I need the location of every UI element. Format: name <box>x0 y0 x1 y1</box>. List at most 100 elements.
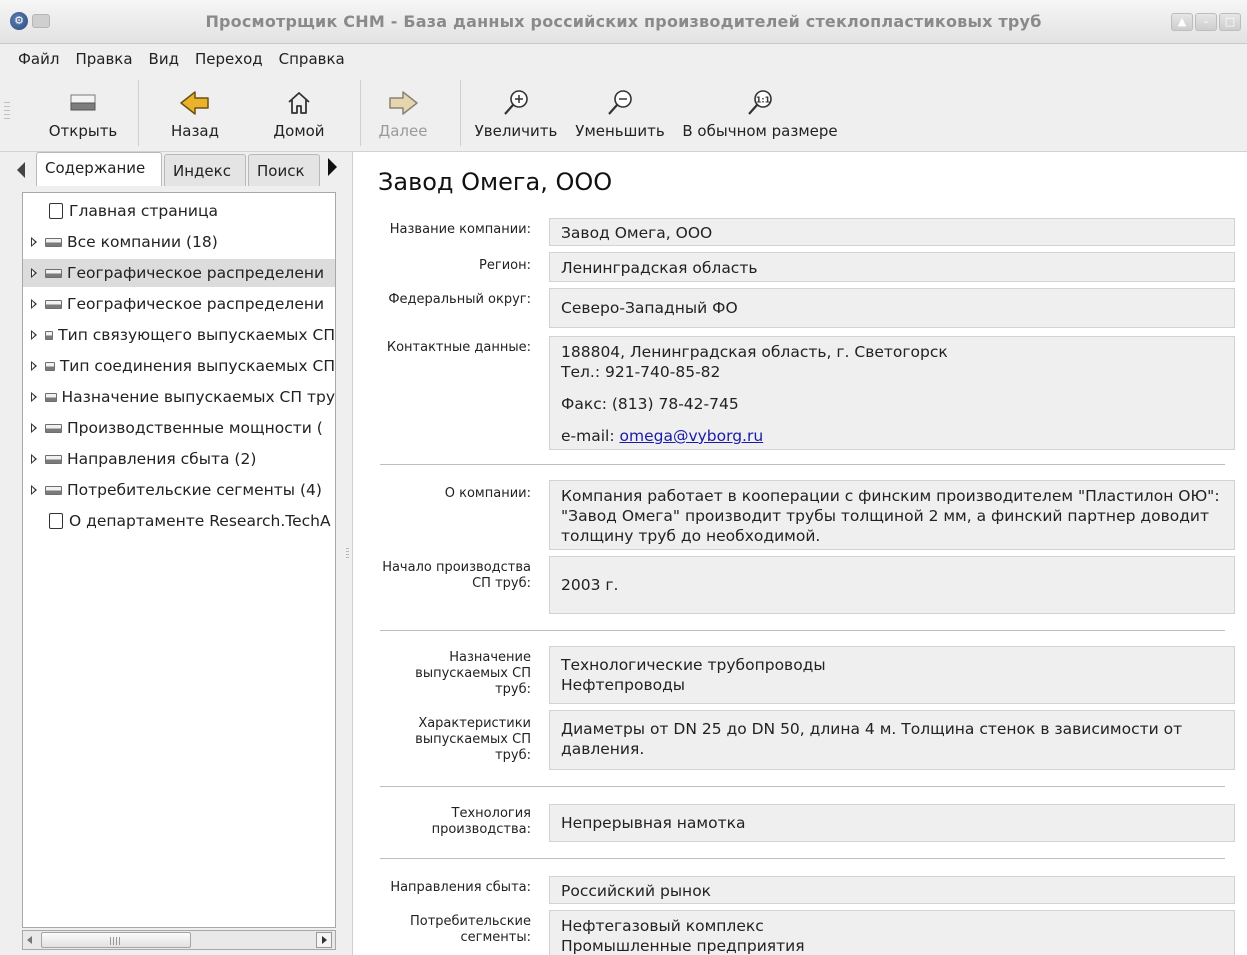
tree-item-label: Географическое распределени <box>67 264 325 282</box>
tabs-scroll-left-icon[interactable] <box>17 162 25 178</box>
sales-directions-label: Направления сбыта: <box>390 880 531 895</box>
tab-contents[interactable]: Содержание <box>36 152 162 186</box>
content-view: Завод Омега, ООО Название компании: Заво… <box>352 152 1247 955</box>
home-icon <box>285 88 313 118</box>
tabs-scroll-right-icon[interactable] <box>328 158 337 176</box>
technology-value: Непрерывная намотка <box>549 804 1235 842</box>
tree-item-all-companies[interactable]: Все компании (18) <box>23 228 335 256</box>
menu-file[interactable]: Файл <box>18 50 59 68</box>
segments-line-1: Нефтегазовый комплекс <box>561 917 764 935</box>
toolbar-separator <box>460 80 461 146</box>
toolbar-grip[interactable] <box>4 102 10 120</box>
normal-size-button[interactable]: 1:1 В обычном размере <box>678 74 842 152</box>
pipe-purpose-label: Назначение выпускаемых СП труб: <box>415 650 531 697</box>
normal-size-label: В обычном размере <box>682 122 838 140</box>
expand-arrow-icon[interactable] <box>31 330 37 340</box>
contacts-email-line: e-mail: omega@vyborg.ru <box>561 426 1223 446</box>
scroll-right-arrow-icon[interactable] <box>316 932 332 948</box>
tree-item-label: Тип связующего выпускаемых СП <box>58 326 335 344</box>
tree-item-label: Направления сбыта (2) <box>67 450 257 468</box>
production-start-value: 2003 г. <box>549 556 1235 614</box>
contacts-fax: Факс: (813) 78-42-745 <box>561 395 739 413</box>
book-icon <box>45 485 62 495</box>
tree-item-joint-type[interactable]: Тип соединения выпускаемых СП <box>23 352 335 380</box>
tree-item-consumer-segments[interactable]: Потребительские сегменты (4) <box>23 476 335 504</box>
expand-arrow-icon[interactable] <box>31 485 37 495</box>
tree-item-label: О департаменте Research.TechA <box>69 512 331 530</box>
book-icon <box>45 299 62 309</box>
forward-label: Далее <box>378 122 428 140</box>
tree-item-geo-distribution-1[interactable]: Географическое распределени <box>23 259 335 287</box>
book-icon <box>45 330 54 340</box>
toolbar-separator <box>360 80 361 146</box>
forward-arrow-icon <box>387 88 419 118</box>
zoom-in-label: Увеличить <box>474 122 558 140</box>
expand-arrow-icon[interactable] <box>31 392 37 402</box>
pipe-purpose-line-1: Технологические трубопроводы <box>561 656 826 674</box>
window-minimize-button[interactable]: – <box>1195 13 1217 31</box>
menu-edit[interactable]: Правка <box>75 50 132 68</box>
contacts-label: Контактные данные: <box>386 340 531 355</box>
section-divider <box>380 464 1225 465</box>
zoom-in-icon <box>501 88 531 118</box>
scroll-left-arrow-icon[interactable] <box>27 936 32 944</box>
window-title: Просмотрщик CHM - База данных российских… <box>205 12 1042 31</box>
about-value: Компания работает в кооперации с финским… <box>549 480 1235 550</box>
nav-tabs: Содержание Индекс Поиск <box>0 152 343 188</box>
back-arrow-icon <box>179 88 211 118</box>
tree-horizontal-scrollbar[interactable] <box>22 930 336 950</box>
book-icon <box>45 392 57 402</box>
expand-arrow-icon[interactable] <box>31 423 37 433</box>
expand-arrow-icon[interactable] <box>31 299 37 309</box>
tree-item-geo-distribution-2[interactable]: Географическое распределени <box>23 290 335 318</box>
characteristics-label: Характеристики выпускаемых СП труб: <box>415 716 531 763</box>
pipe-purpose-value: Технологические трубопроводы Нефтепровод… <box>549 646 1235 704</box>
tree-item-home[interactable]: Главная страница <box>23 197 335 225</box>
consumer-segments-value: Нефтегазовый комплекс Промышленные предп… <box>549 910 1235 955</box>
pane-splitter[interactable] <box>343 152 352 955</box>
tab-index[interactable]: Индекс <box>164 154 246 186</box>
back-button[interactable]: Назад <box>160 74 230 152</box>
tree-item-binder-type[interactable]: Тип связующего выпускаемых СП <box>23 321 335 349</box>
expand-arrow-icon[interactable] <box>31 454 37 464</box>
expand-arrow-icon[interactable] <box>31 268 37 278</box>
toolbar: Открыть Назад Домой Далее Увеличить Умен… <box>0 74 1247 152</box>
menu-bar: Файл Правка Вид Переход Справка <box>0 44 1247 74</box>
menu-view[interactable]: Вид <box>149 50 179 68</box>
tree-item-about-department[interactable]: О департаменте Research.TechA <box>23 507 335 535</box>
open-button[interactable]: Открыть <box>40 74 126 152</box>
tab-search[interactable]: Поиск <box>248 154 320 186</box>
tree-item-pipe-purpose[interactable]: Назначение выпускаемых СП тру <box>23 383 335 411</box>
forward-button[interactable]: Далее <box>372 74 434 152</box>
expand-arrow-icon[interactable] <box>31 361 37 371</box>
contents-tree: Главная страница Все компании (18) Геогр… <box>22 192 336 928</box>
tree-item-label: Назначение выпускаемых СП тру <box>61 388 335 406</box>
characteristics-value: Диаметры от DN 25 до DN 50, длина 4 м. Т… <box>549 710 1235 770</box>
email-link[interactable]: omega@vyborg.ru <box>620 427 764 445</box>
tree-item-capacity[interactable]: Производственные мощности ( <box>23 414 335 442</box>
window-maximize-button[interactable]: □ <box>1219 13 1241 31</box>
open-icon <box>68 88 98 118</box>
contacts-value: 188804, Ленинградская область, г. Светог… <box>549 336 1235 450</box>
expand-arrow-icon[interactable] <box>31 237 37 247</box>
contacts-phone: Тел.: 921-740-85-82 <box>561 363 721 381</box>
book-icon <box>45 361 55 371</box>
tree-item-label: Географическое распределени <box>67 295 325 313</box>
home-button[interactable]: Домой <box>262 74 336 152</box>
company-name-label: Название компании: <box>389 222 531 237</box>
region-value: Ленинградская область <box>549 252 1235 282</box>
back-label: Назад <box>170 122 219 140</box>
zoom-out-button[interactable]: Уменьшить <box>572 74 668 152</box>
menu-go[interactable]: Переход <box>195 50 263 68</box>
window-up-button[interactable]: ▲ <box>1171 13 1193 31</box>
tree-item-sales-directions[interactable]: Направления сбыта (2) <box>23 445 335 473</box>
section-divider <box>380 786 1225 787</box>
zoom-in-button[interactable]: Увеличить <box>470 74 562 152</box>
title-bar: ⚙ Просмотрщик CHM - База данных российск… <box>0 0 1247 44</box>
menu-help[interactable]: Справка <box>279 50 345 68</box>
scrollbar-thumb[interactable] <box>41 932 191 948</box>
page-title: Завод Омега, ООО <box>378 168 613 196</box>
tree-item-label: Потребительские сегменты (4) <box>67 481 322 499</box>
splitter-grip <box>346 548 349 560</box>
book-icon <box>45 454 62 464</box>
